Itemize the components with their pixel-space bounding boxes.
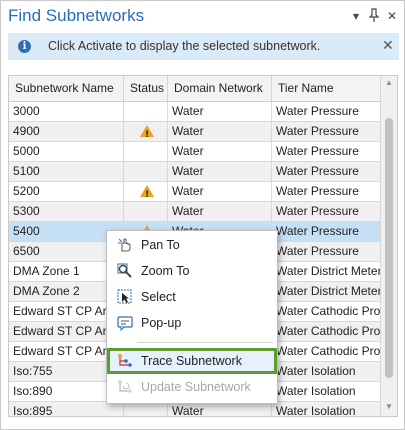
cell-tier-name: Water Pressure	[272, 162, 381, 181]
column-header-tier-name[interactable]: Tier Name	[272, 76, 381, 101]
scroll-up-icon[interactable]: ▲	[384, 78, 394, 87]
update-icon	[117, 379, 133, 395]
cell-subnetwork-name: 5000	[9, 142, 124, 161]
cell-subnetwork-name: 5200	[9, 182, 124, 201]
menu-item-label: Pan To	[141, 238, 180, 252]
table-row[interactable]: 5200 WaterWater Pressure	[9, 182, 381, 202]
cell-tier-name: Water Pressure	[272, 182, 381, 201]
cell-domain-network: Water	[168, 102, 272, 121]
cell-subnetwork-name: 5100	[9, 162, 124, 181]
banner-text: Click Activate to display the selected s…	[48, 39, 321, 53]
find-subnetworks-pane: Find Subnetworks ▾ ✕ i Click Activate to…	[0, 0, 405, 430]
cell-tier-name: Water Pressure	[272, 102, 381, 121]
cell-domain-network: Water	[168, 182, 272, 201]
trace-icon	[117, 353, 133, 369]
cell-status	[124, 182, 168, 201]
menu-item-select[interactable]: Select	[107, 284, 277, 310]
popup-icon	[117, 315, 133, 332]
menu-item-zoom-to[interactable]: Zoom To	[107, 258, 277, 284]
menu-item-label: Trace Subnetwork	[141, 354, 242, 368]
menu-item-label: Update Subnetwork	[141, 380, 251, 394]
cell-tier-name: Water Pressure	[272, 122, 381, 141]
cell-status	[124, 122, 168, 141]
cell-subnetwork-name: 4900	[9, 122, 124, 141]
scroll-down-icon[interactable]: ▼	[384, 402, 394, 411]
table-row[interactable]: 5300 Water Water Pressure	[9, 202, 381, 222]
cell-tier-name: Water Pressure	[272, 222, 381, 241]
table-row[interactable]: 3000 Water Water Pressure	[9, 102, 381, 122]
warning-icon	[140, 125, 154, 141]
info-banner: i Click Activate to display the selected…	[8, 33, 399, 60]
menu-item-label: Pop-up	[141, 316, 182, 330]
pin-icon[interactable]	[367, 8, 381, 24]
table-row[interactable]: Iso:895 Water Water Isolation	[9, 402, 381, 416]
cell-status	[124, 102, 168, 121]
cell-subnetwork-name: 5300	[9, 202, 124, 221]
column-header-domain-network[interactable]: Domain Network	[168, 76, 272, 101]
menu-item-trace-subnetwork[interactable]: Trace Subnetwork	[107, 348, 277, 374]
pan-icon	[117, 237, 133, 253]
zoom-icon	[117, 263, 133, 279]
table-header: Subnetwork Name Status Domain Network Ti…	[9, 76, 381, 102]
menu-separator	[137, 342, 273, 343]
cell-subnetwork-name: Iso:895	[9, 402, 124, 416]
context-menu: Pan To Zoom To Select Pop-up Trace Subnetwor…	[106, 230, 278, 404]
cell-domain-network: Water	[168, 142, 272, 161]
cell-tier-name: Water Pressure	[272, 202, 381, 221]
title-bar: Find Subnetworks ▾ ✕	[1, 1, 404, 33]
cell-status	[124, 142, 168, 161]
table-row[interactable]: 5100 Water Water Pressure	[9, 162, 381, 182]
warning-icon	[140, 185, 154, 201]
cell-tier-name: Water Isolation	[272, 402, 381, 416]
scrollbar-thumb[interactable]	[385, 118, 393, 378]
vertical-scrollbar[interactable]: ▲ ▼	[381, 76, 397, 416]
cell-tier-name: Water Pressure	[272, 242, 381, 261]
cell-domain-network: Water	[168, 402, 272, 416]
table-row[interactable]: 5000 Water Water Pressure	[9, 142, 381, 162]
menu-item-pop-up[interactable]: Pop-up	[107, 310, 277, 336]
info-icon: i	[18, 40, 31, 53]
cell-tier-name: Water Cathodic Protection	[272, 342, 381, 361]
column-header-subnetwork-name[interactable]: Subnetwork Name	[9, 76, 124, 101]
select-icon	[117, 289, 133, 305]
menu-item-update-subnetwork: Update Subnetwork	[107, 374, 277, 400]
pane-title: Find Subnetworks	[8, 6, 145, 25]
cell-tier-name: Water Cathodic Protection	[272, 322, 381, 341]
cell-tier-name: Water Cathodic Protection	[272, 302, 381, 321]
banner-close-icon[interactable]: ✕	[382, 37, 394, 54]
cell-tier-name: Water Pressure	[272, 142, 381, 161]
close-icon[interactable]: ✕	[385, 8, 399, 24]
cell-domain-network: Water	[168, 122, 272, 141]
chevron-down-icon[interactable]: ▾	[349, 8, 363, 24]
cell-status	[124, 202, 168, 221]
cell-status	[124, 402, 168, 416]
cell-subnetwork-name: 3000	[9, 102, 124, 121]
menu-item-pan-to[interactable]: Pan To	[107, 232, 277, 258]
cell-tier-name: Water Isolation	[272, 362, 381, 381]
cell-status	[124, 162, 168, 181]
cell-domain-network: Water	[168, 162, 272, 181]
menu-item-label: Select	[141, 290, 176, 304]
cell-tier-name: Water District Metered	[272, 282, 381, 301]
table-row[interactable]: 4900 WaterWater Pressure	[9, 122, 381, 142]
cell-tier-name: Water District Metered	[272, 262, 381, 281]
cell-domain-network: Water	[168, 202, 272, 221]
cell-tier-name: Water Isolation	[272, 382, 381, 401]
column-header-status[interactable]: Status	[124, 76, 168, 101]
menu-item-label: Zoom To	[141, 264, 190, 278]
